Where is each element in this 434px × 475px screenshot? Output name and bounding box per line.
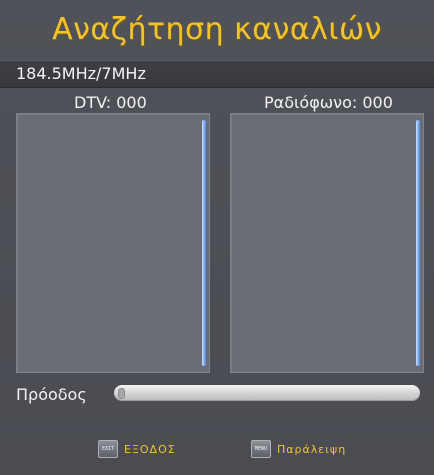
page-title: Αναζήτηση καναλιών <box>52 12 382 47</box>
exit-label: ΕΞΟΔΟΣ <box>124 442 176 456</box>
skip-label: Παράλειψη <box>277 442 347 456</box>
progress-bar <box>114 385 420 401</box>
radio-list-scrollbar[interactable] <box>416 120 420 366</box>
radio-count-label: Ραδιόφωνο: 000 <box>264 93 393 112</box>
skip-hint[interactable]: MENU Παράλειψη <box>251 440 346 458</box>
radio-channel-list[interactable] <box>230 113 424 373</box>
dtv-count-label: DTV: 000 <box>74 93 147 112</box>
menu-key-icon: MENU <box>251 440 271 458</box>
dtv-list-scrollbar[interactable] <box>202 120 206 366</box>
channel-search-screen: Αναζήτηση καναλιών 184.5MHz/7MHz DTV: 00… <box>0 0 434 475</box>
progress-knob <box>118 388 125 399</box>
exit-hint[interactable]: EXIT ΕΞΟΔΟΣ <box>98 440 176 458</box>
dtv-channel-list[interactable] <box>16 113 210 373</box>
exit-key-icon: EXIT <box>98 440 118 458</box>
frequency-readout: 184.5MHz/7MHz <box>16 64 146 83</box>
progress-label: Πρόοδος <box>16 385 87 404</box>
frequency-bar: 184.5MHz/7MHz <box>0 60 434 88</box>
